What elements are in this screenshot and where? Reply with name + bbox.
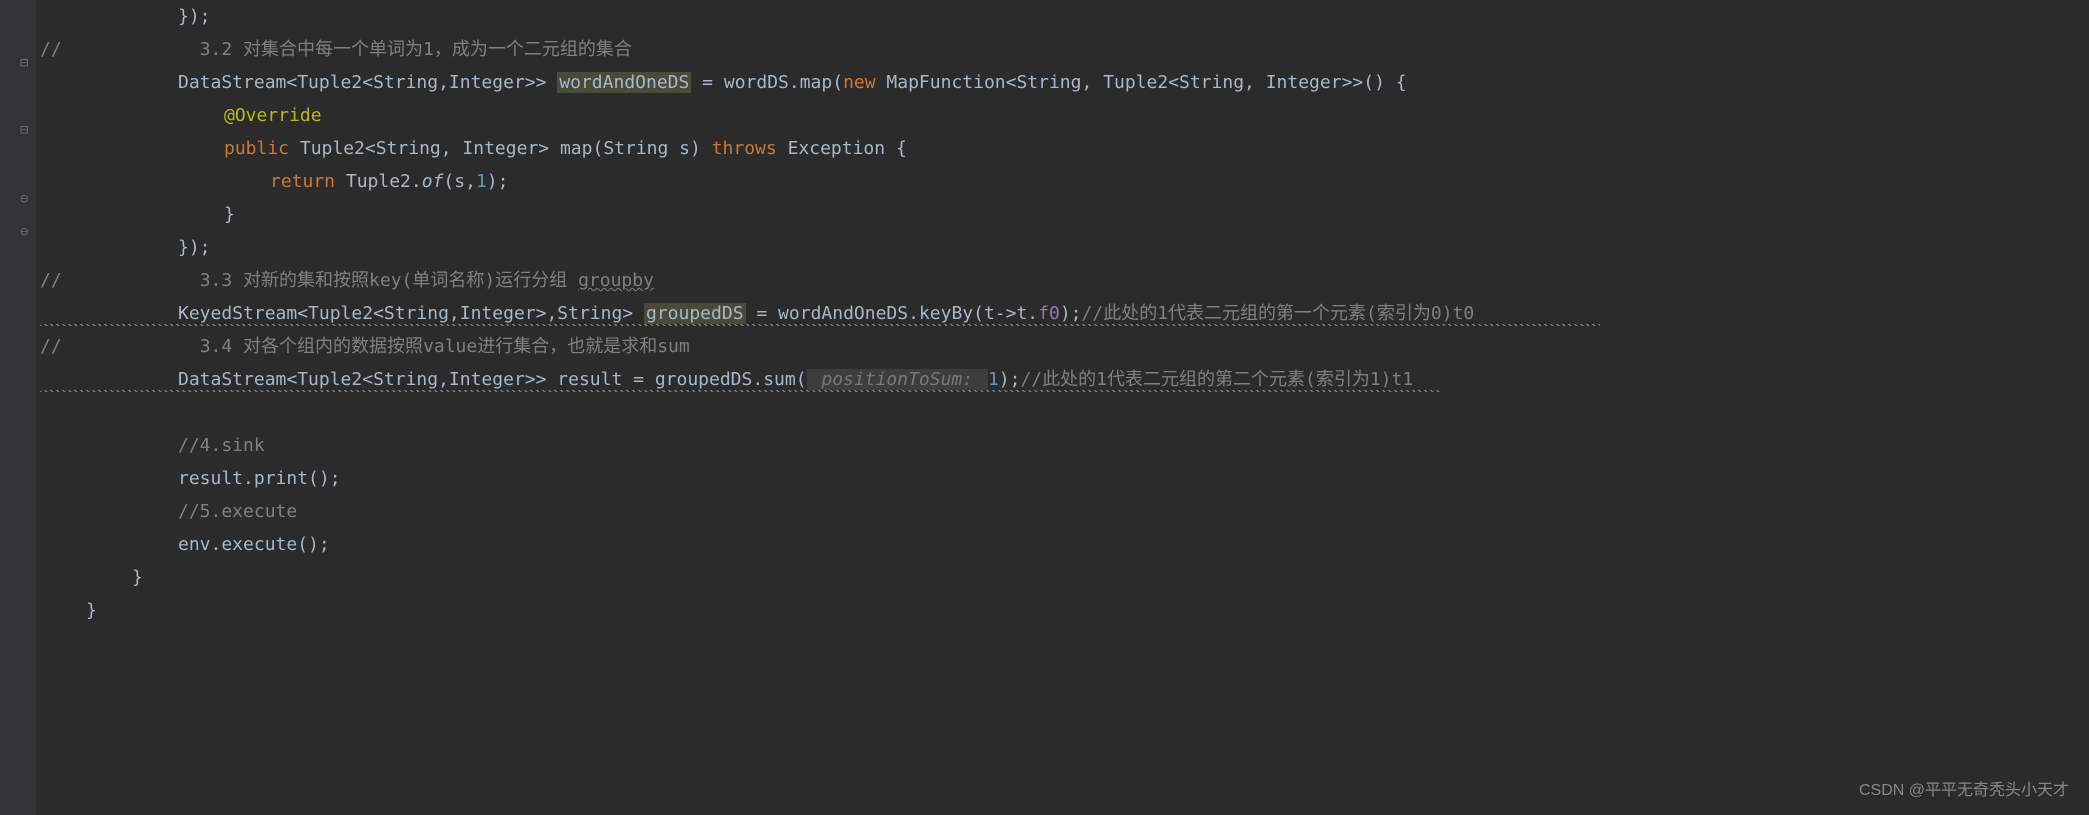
warning-underline [40,324,1600,326]
code-text: DataStream<Tuple2<String,Integer>> resul… [178,369,807,390]
closing-brace: }); [178,6,211,27]
code-line [0,396,2089,429]
variable-highlight: wordAndOneDS [557,72,691,93]
closing-brace: }); [178,237,211,258]
closing-brace: } [132,567,143,588]
method-name: map [560,138,593,159]
code-text: (String s) [592,138,711,159]
comment-marker: // [40,39,62,60]
field-access: f0 [1038,303,1060,324]
code-text: env.execute(); [178,534,330,555]
code-line: return Tuple2.of(s,1); [0,165,2089,198]
comment-text: //4.sink [178,435,265,456]
fold-icon[interactable]: ⊟ [20,55,32,67]
code-line: // 3.2 对集合中每一个单词为1，成为一个二元组的集合 [0,33,2089,66]
code-line: DataStream<Tuple2<String,Integer>> wordA… [0,66,2089,99]
code-line: // 3.4 对各个组内的数据按照value进行集合，也就是求和sum [0,330,2089,363]
code-text: = wordDS.map( [691,72,843,93]
keyword-return: return [270,171,335,192]
keyword-new: new [843,72,876,93]
inline-comment: //此处的1代表二元组的第一个元素(索引为0)t0 [1082,303,1475,324]
code-text: = wordAndOneDS.keyBy(t->t. [746,303,1039,324]
warning-underline [40,390,1440,392]
code-editor[interactable]: }); // 3.2 对集合中每一个单词为1，成为一个二元组的集合 DataStr… [0,0,2089,627]
fold-icon[interactable]: ⊟ [20,122,32,134]
code-text: result.print(); [178,468,341,489]
comment-typo: groupby [578,270,654,291]
comment-text: 3.3 对新的集和按照key(单词名称)运行分组 [200,270,578,291]
code-line: } [0,198,2089,231]
code-text: (s, [443,171,476,192]
code-text: ); [999,369,1021,390]
keyword-public: public [224,138,289,159]
closing-brace: } [86,600,97,621]
code-line: } [0,594,2089,627]
code-line: env.execute(); [0,528,2089,561]
code-line: } [0,561,2089,594]
annotation-override: @Override [224,105,322,126]
code-text: ); [1060,303,1082,324]
number-literal: 1 [476,171,487,192]
code-line: // 3.3 对新的集和按照key(单词名称)运行分组 groupby [0,264,2089,297]
code-line: //4.sink [0,429,2089,462]
code-line: //5.execute [0,495,2089,528]
inline-comment: //此处的1代表二元组的第二个元素(索引为1)t1 [1020,369,1413,390]
comment-text: 3.4 对各个组内的数据按照value进行集合，也就是求和sum [200,336,690,357]
code-line: }); [0,231,2089,264]
fold-icon[interactable]: ⊖ [20,191,32,203]
parameter-hint: positionToSum: [807,369,988,390]
code-text: Exception { [777,138,907,159]
comment-marker: // [40,270,62,291]
gutter: ⊟ ⊟ ⊖ ⊖ [0,0,36,815]
type-decl: DataStream<Tuple2<String,Integer>> [178,72,557,93]
code-text: ); [487,171,509,192]
keyword-throws: throws [712,138,777,159]
variable-highlight: groupedDS [644,303,746,324]
comment-marker: // [40,336,62,357]
type-decl: KeyedStream<Tuple2<String,Integer>,Strin… [178,303,644,324]
code-text: MapFunction<String, Tuple2<String, Integ… [876,72,1407,93]
code-line: }); [0,0,2089,33]
code-line: result.print(); [0,462,2089,495]
closing-brace: } [224,204,235,225]
static-method: of [422,171,444,192]
comment-text: 3.2 对集合中每一个单词为1，成为一个二元组的集合 [200,39,632,60]
code-text: Tuple2<String, Integer> [289,138,560,159]
number-literal: 1 [988,369,999,390]
code-text: Tuple2. [335,171,422,192]
fold-icon[interactable]: ⊖ [20,224,32,236]
watermark-text: CSDN @平平无奇秃头小天才 [1859,776,2069,800]
code-line: @Override [0,99,2089,132]
code-line: public Tuple2<String, Integer> map(Strin… [0,132,2089,165]
comment-text: //5.execute [178,501,297,522]
